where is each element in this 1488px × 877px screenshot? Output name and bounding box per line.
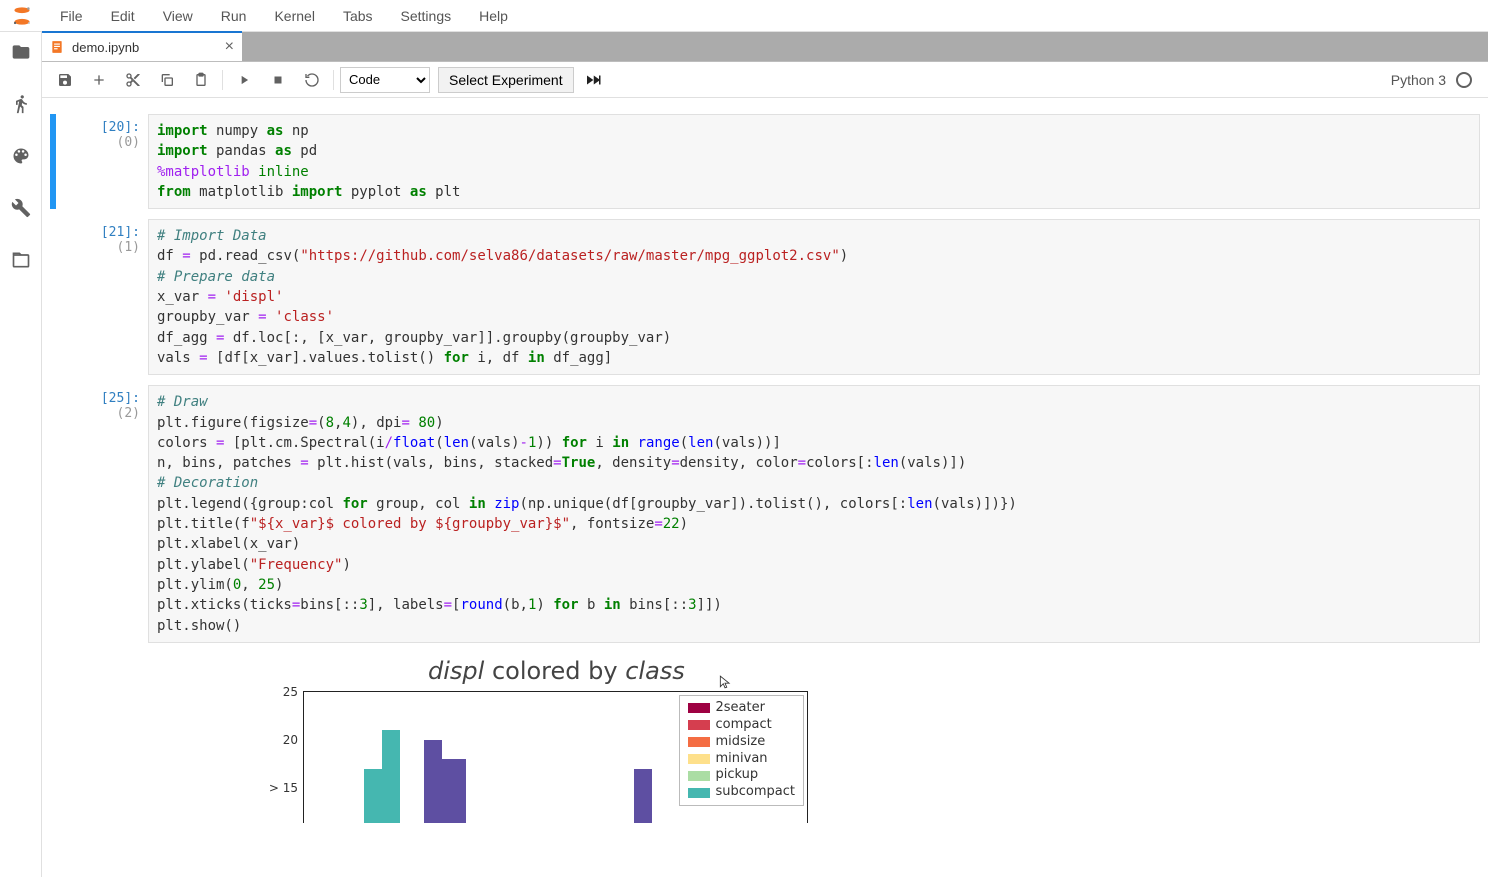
cell-prompt: [21]:(1) <box>58 219 148 375</box>
run-button[interactable] <box>229 66 259 94</box>
chart-legend: 2seatercompactmidsizeminivanpickupsubcom… <box>679 695 805 806</box>
chart-bar-segment <box>634 769 652 823</box>
menu-tabs[interactable]: Tabs <box>331 4 385 28</box>
legend-label: minivan <box>716 751 768 768</box>
tabs-icon[interactable] <box>9 248 33 272</box>
chart-bar-segment <box>424 740 442 823</box>
cell-output: displ colored by class 25 20 > 15 2seatercom… <box>148 653 1480 823</box>
folder-icon[interactable] <box>9 40 33 64</box>
left-sidebar <box>0 32 42 877</box>
legend-swatch <box>688 754 710 764</box>
menu-view[interactable]: View <box>151 4 205 28</box>
histogram-chart: displ colored by class 25 20 > 15 2seatercom… <box>148 653 808 823</box>
menu-file[interactable]: File <box>48 4 95 28</box>
menu-edit[interactable]: Edit <box>99 4 147 28</box>
cell-input[interactable]: import numpy as np import pandas as pd %… <box>148 114 1480 209</box>
code-cell[interactable]: [21]:(1)# Import Data df = pd.read_csv("… <box>50 219 1480 375</box>
chart-bar-segment <box>442 759 460 823</box>
y-tick-label: 20 <box>283 733 304 747</box>
code-cell[interactable]: [25]:(2)# Draw plt.figure(figsize=(8,4),… <box>50 385 1480 643</box>
legend-label: compact <box>716 717 772 734</box>
legend-swatch <box>688 771 710 781</box>
tab-demo-ipynb[interactable]: demo.ipynb × <box>42 31 242 61</box>
kernel-status-idle-icon <box>1456 72 1472 88</box>
cell-type-select[interactable]: Code <box>340 67 430 93</box>
cell-prompt: [25]:(2) <box>58 385 148 643</box>
notebook-toolbar: Code Select Experiment Python 3 <box>42 62 1488 98</box>
wrench-icon[interactable] <box>9 196 33 220</box>
legend-swatch <box>688 737 710 747</box>
chart-bar-segment <box>382 730 400 823</box>
stop-button[interactable] <box>263 66 293 94</box>
paste-button[interactable] <box>186 66 216 94</box>
legend-swatch <box>688 703 710 713</box>
menu-kernel[interactable]: Kernel <box>262 4 326 28</box>
mouse-cursor-icon <box>718 673 732 695</box>
menu-run[interactable]: Run <box>209 4 259 28</box>
select-experiment-button[interactable]: Select Experiment <box>438 67 574 93</box>
kernel-name[interactable]: Python 3 <box>1391 72 1446 88</box>
fast-forward-icon[interactable] <box>578 66 608 94</box>
legend-item: subcompact <box>688 784 796 801</box>
cell-input[interactable]: # Draw plt.figure(figsize=(8,4), dpi= 80… <box>148 385 1480 643</box>
notebook-body[interactable]: [20]:(0)import numpy as np import pandas… <box>42 98 1488 877</box>
notebook-icon <box>50 40 64 54</box>
legend-label: pickup <box>716 767 759 784</box>
legend-swatch <box>688 788 710 798</box>
y-tick-label: 25 <box>283 685 304 699</box>
tab-bar: demo.ipynb × <box>42 32 1488 62</box>
menu-help[interactable]: Help <box>467 4 520 28</box>
cell-input[interactable]: # Import Data df = pd.read_csv("https://… <box>148 219 1480 375</box>
cell-prompt: [20]:(0) <box>58 114 148 209</box>
legend-item: midsize <box>688 734 796 751</box>
menubar: FileEditViewRunKernelTabsSettingsHelp <box>0 0 1488 32</box>
legend-item: 2seater <box>688 700 796 717</box>
legend-item: pickup <box>688 767 796 784</box>
legend-item: compact <box>688 717 796 734</box>
add-cell-button[interactable] <box>84 66 114 94</box>
code-cell[interactable]: [20]:(0)import numpy as np import pandas… <box>50 114 1480 209</box>
restart-button[interactable] <box>297 66 327 94</box>
chart-bar-segment <box>364 769 382 823</box>
legend-swatch <box>688 720 710 730</box>
chart-title: displ colored by class <box>428 657 685 685</box>
menu-settings[interactable]: Settings <box>389 4 464 28</box>
close-icon[interactable]: × <box>225 38 234 56</box>
y-tick-label: > 15 <box>269 781 304 795</box>
save-button[interactable] <box>50 66 80 94</box>
legend-item: minivan <box>688 751 796 768</box>
legend-label: midsize <box>716 734 766 751</box>
palette-icon[interactable] <box>9 144 33 168</box>
legend-label: 2seater <box>716 700 765 717</box>
jupyter-logo <box>8 2 36 30</box>
copy-button[interactable] <box>152 66 182 94</box>
legend-label: subcompact <box>716 784 796 801</box>
running-icon[interactable] <box>9 92 33 116</box>
tab-label: demo.ipynb <box>72 40 139 55</box>
cut-button[interactable] <box>118 66 148 94</box>
chart-bar-segment <box>460 759 466 823</box>
